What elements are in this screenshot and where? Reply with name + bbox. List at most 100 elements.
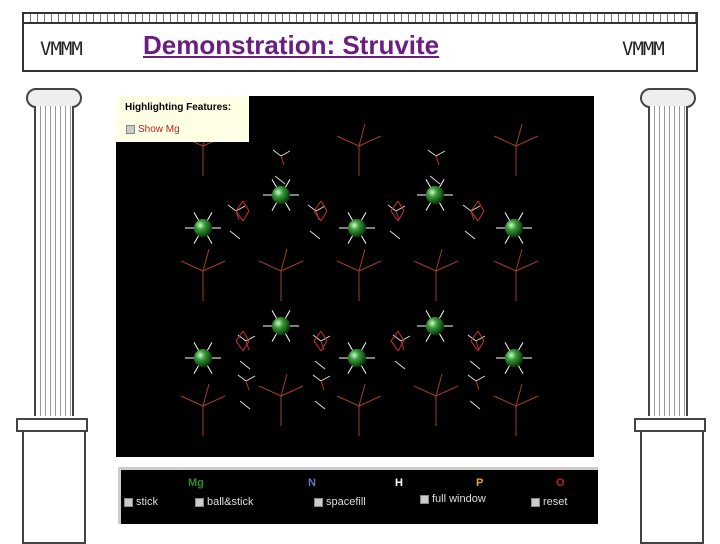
page-title[interactable]: Demonstration: Struvite <box>143 30 439 61</box>
bond <box>358 123 366 147</box>
bond <box>462 204 472 212</box>
bond <box>515 395 539 407</box>
bond <box>517 342 524 352</box>
bond <box>284 179 291 189</box>
bond <box>235 330 244 342</box>
left-column-capital <box>26 88 82 108</box>
bond <box>193 364 200 374</box>
bond <box>517 364 524 374</box>
bond <box>390 330 399 342</box>
bond <box>193 234 200 244</box>
bond <box>470 210 479 222</box>
panel-title: Highlighting Features: <box>125 102 232 113</box>
struvite-structure <box>180 123 539 436</box>
bond <box>358 248 366 272</box>
bond <box>272 149 282 157</box>
bond <box>320 380 325 391</box>
checkbox-icon[interactable] <box>195 497 204 507</box>
bond <box>477 340 485 352</box>
mg-atom <box>272 317 290 335</box>
bond <box>427 149 437 157</box>
mg-atom <box>194 349 212 367</box>
bond <box>517 212 524 222</box>
molecule-viewer[interactable] <box>116 96 594 457</box>
mg-atom <box>505 219 523 237</box>
bond <box>394 360 406 370</box>
bond <box>313 200 322 212</box>
bond <box>314 360 326 370</box>
bond <box>309 230 321 240</box>
full-window-option[interactable]: full window <box>420 493 486 505</box>
bond <box>435 150 446 157</box>
bond <box>202 248 210 272</box>
bond <box>235 340 244 352</box>
bond <box>515 260 539 272</box>
bond <box>493 135 517 147</box>
option-label: ball&stick <box>207 496 254 508</box>
element-mg: Mg <box>188 477 204 489</box>
mg-atom <box>426 186 444 204</box>
reset-option[interactable]: reset <box>531 496 567 508</box>
bond <box>229 230 241 240</box>
ball-and-stick-option[interactable]: ball&stick <box>195 496 253 508</box>
bond <box>320 210 328 222</box>
bond <box>271 179 278 189</box>
bond <box>280 248 288 272</box>
bond <box>413 385 437 397</box>
bond <box>435 373 443 397</box>
checkbox-icon[interactable] <box>124 497 133 507</box>
bond <box>358 395 382 407</box>
bond <box>493 260 517 272</box>
bond <box>347 342 354 352</box>
bond <box>206 212 213 222</box>
bond <box>258 385 282 397</box>
bond <box>493 395 517 407</box>
bond <box>347 364 354 374</box>
bond <box>320 375 331 382</box>
bond <box>517 234 524 244</box>
bond <box>504 212 511 222</box>
bond <box>245 375 256 382</box>
mg-atom <box>426 317 444 335</box>
element-h: H <box>395 477 403 489</box>
element-p: P <box>476 477 484 489</box>
controls-bar: Mg N H P O stick ball&stick spacefill fu… <box>118 467 598 524</box>
bond <box>360 364 367 374</box>
bond <box>360 212 367 222</box>
bond <box>193 212 200 222</box>
show-mg-option[interactable]: Show Mg <box>126 124 180 135</box>
option-label: spacefill <box>326 496 366 508</box>
left-logo: VMMM <box>40 38 83 60</box>
right-column-capital <box>640 88 696 108</box>
bond <box>237 374 247 382</box>
bond <box>390 340 399 352</box>
bond <box>271 201 278 211</box>
checkbox-icon[interactable] <box>314 497 323 507</box>
option-label: stick <box>136 496 158 508</box>
element-n: N <box>308 477 316 489</box>
bond <box>202 395 226 407</box>
checkbox-icon[interactable] <box>126 124 135 134</box>
bond <box>467 374 477 382</box>
bond <box>202 383 210 407</box>
bond <box>280 155 285 166</box>
bond <box>435 248 443 272</box>
bond <box>515 248 523 272</box>
checkbox-icon[interactable] <box>420 494 429 504</box>
right-column <box>648 106 688 416</box>
spacefill-option[interactable]: spacefill <box>314 496 366 508</box>
right-logo: VMMM <box>622 38 665 60</box>
bond <box>314 400 326 410</box>
bond <box>425 179 432 189</box>
stick-option[interactable]: stick <box>124 496 158 508</box>
bond <box>515 123 523 147</box>
bond <box>358 135 382 147</box>
bond <box>504 234 511 244</box>
bond <box>313 210 322 222</box>
bond <box>464 230 476 240</box>
bond <box>271 310 278 320</box>
bond <box>242 200 250 212</box>
bond <box>245 380 250 391</box>
checkbox-icon[interactable] <box>531 497 540 507</box>
bond <box>435 155 440 166</box>
